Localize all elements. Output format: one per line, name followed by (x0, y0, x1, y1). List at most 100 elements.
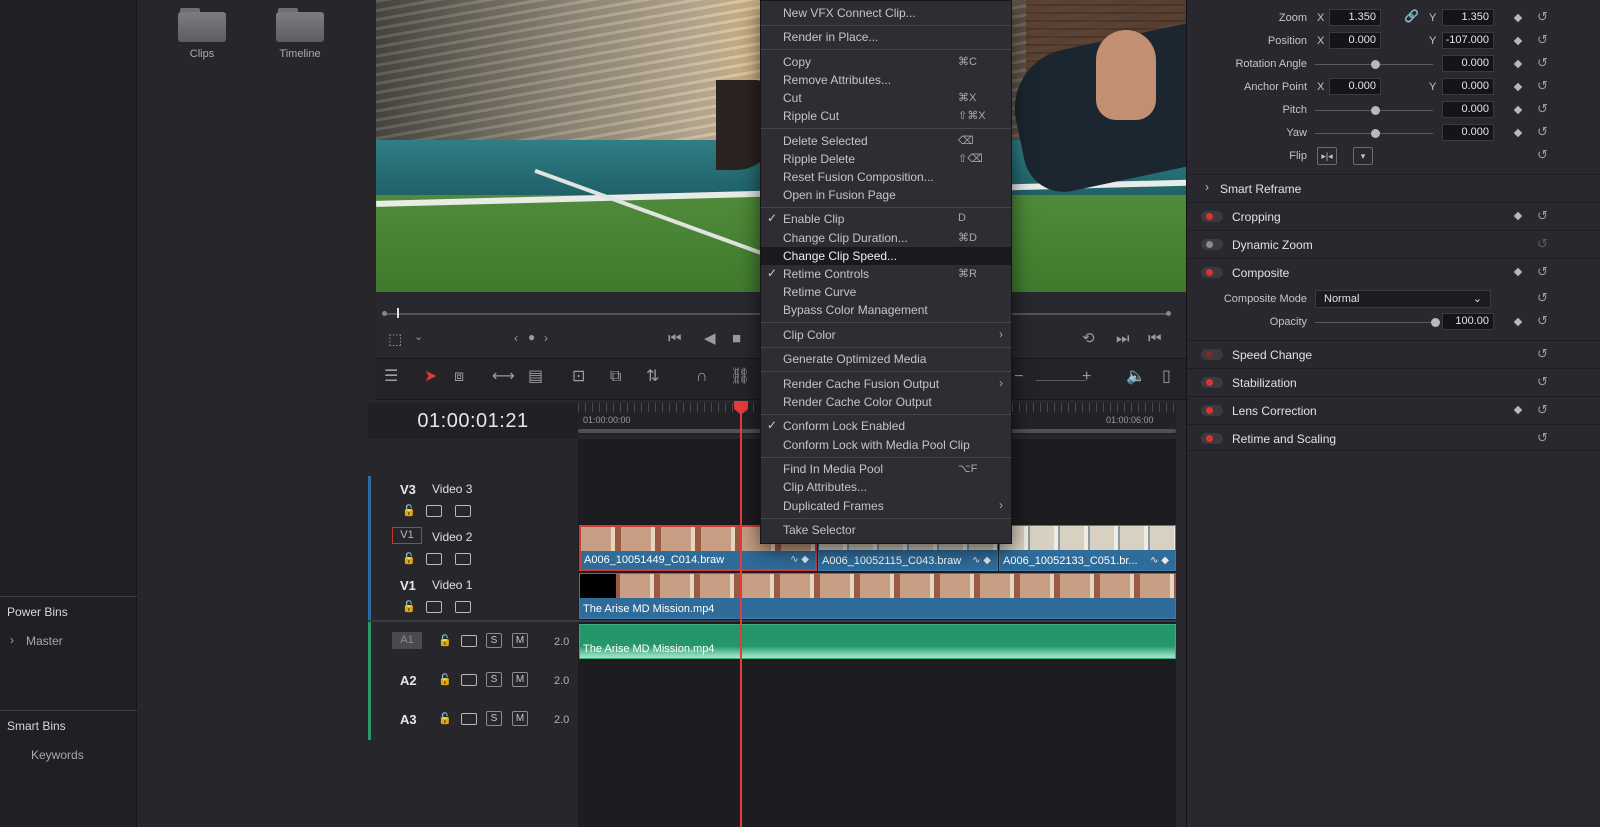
lock-icon[interactable]: 🔓 (402, 600, 416, 613)
enable-toggle[interactable] (1201, 349, 1223, 360)
menu-item-remove-attributes[interactable]: Remove Attributes... (761, 71, 1011, 89)
zoom-slider[interactable] (1036, 380, 1086, 381)
lock-icon[interactable]: 🔓 (438, 634, 452, 647)
section-dynamic-zoom[interactable]: Dynamic Zoom ↺ (1187, 230, 1600, 257)
zoom-y-field[interactable]: 1.350 (1442, 9, 1494, 26)
section-lens-correction[interactable]: Lens Correction ↺ (1187, 396, 1600, 423)
chevron-down-icon[interactable]: ⌄ (414, 332, 423, 343)
yaw-slider-knob[interactable] (1371, 129, 1380, 138)
mixer-icon[interactable]: ▯ (1162, 369, 1171, 385)
yaw-field[interactable]: 0.000 (1442, 124, 1494, 141)
trim-tool-icon[interactable]: ⧈ (454, 369, 464, 385)
lock-icon[interactable]: 🔓 (438, 712, 452, 725)
menu-item-conform-lock-with-media-pool-clip[interactable]: Conform Lock with Media Pool Clip (761, 436, 1011, 454)
menu-item-duplicated-frames[interactable]: Duplicated Frames › (761, 497, 1011, 515)
replace-clip-icon[interactable]: ⇅ (646, 369, 659, 385)
reset-icon[interactable]: ↺ (1537, 430, 1548, 446)
playhead[interactable] (740, 403, 742, 827)
menu-item-clip-attributes[interactable]: Clip Attributes... (761, 478, 1011, 496)
reset-icon[interactable]: ↺ (1537, 236, 1548, 252)
zoom-x-field[interactable]: 1.350 (1329, 9, 1381, 26)
auto-select-icon[interactable] (461, 713, 477, 725)
play-reverse-icon[interactable]: ◀ (704, 331, 716, 346)
menu-item-delete-selected[interactable]: Delete Selected ⌫ (761, 132, 1011, 150)
track-id-a1[interactable]: A1 (392, 632, 422, 649)
reset-icon[interactable]: ↺ (1537, 124, 1548, 140)
track-name[interactable]: Video 1 (432, 578, 472, 592)
lock-icon[interactable]: 🔓 (402, 504, 416, 517)
menu-item-render-cache-fusion-output[interactable]: Render Cache Fusion Output › (761, 375, 1011, 393)
reset-icon[interactable]: ↺ (1537, 346, 1548, 362)
chevron-right-icon[interactable]: › (1205, 180, 1209, 194)
timeline-clip-v2[interactable]: A006_10052133_C051.br... ∿ ◆ (999, 525, 1176, 571)
menu-item-render-cache-color-output[interactable]: Render Cache Color Output (761, 393, 1011, 411)
loop-icon[interactable]: ⟲ (1082, 331, 1095, 346)
keyframe-icon[interactable] (1513, 211, 1523, 221)
opacity-field[interactable]: 100.00 (1442, 313, 1494, 330)
folder-timeline[interactable]: Timeline (275, 8, 325, 60)
zoom-out-icon[interactable]: − (1014, 369, 1023, 385)
reset-icon[interactable]: ↺ (1537, 313, 1548, 329)
menu-item-reset-fusion-composition[interactable]: Reset Fusion Composition... (761, 168, 1011, 186)
timecode-display[interactable]: 01:00:01:21 (368, 410, 578, 433)
skip-to-start-icon[interactable]: ⏮ (668, 331, 682, 346)
folder-clips[interactable]: Clips (177, 8, 227, 60)
keyframe-icon[interactable] (1513, 13, 1523, 23)
menu-item-change-clip-speed[interactable]: Change Clip Speed... (761, 247, 1011, 265)
link-icon[interactable]: 🔗 (1404, 9, 1419, 23)
menu-item-retime-controls[interactable]: ✓ Retime Controls ⌘R (761, 265, 1011, 283)
next-edit-icon[interactable]: › (544, 332, 548, 344)
transform-overlay-icon[interactable]: ⬚ (388, 332, 402, 347)
menu-item-take-selector[interactable]: Take Selector (761, 521, 1011, 539)
reset-icon[interactable]: ↺ (1537, 32, 1548, 48)
sidebar-item-master[interactable]: Master (26, 634, 63, 648)
overwrite-clip-icon[interactable]: ⧉ (610, 369, 621, 385)
reset-icon[interactable]: ↺ (1537, 147, 1548, 163)
enable-toggle[interactable] (1201, 239, 1223, 250)
stop-icon[interactable]: ■ (732, 331, 741, 346)
section-stabilization[interactable]: Stabilization ↺ (1187, 368, 1600, 395)
mute-button[interactable]: M (512, 711, 528, 726)
blade-tool-icon[interactable]: ▤ (528, 369, 543, 385)
enable-toggle[interactable] (1201, 211, 1223, 222)
flip-horizontal-icon[interactable]: ▸|◂ (1317, 147, 1337, 165)
reset-icon[interactable]: ↺ (1537, 78, 1548, 94)
keyframe-icon[interactable] (1513, 59, 1523, 69)
skip-to-end-icon[interactable]: ⏭ (1116, 331, 1130, 346)
track-output-icon[interactable] (455, 505, 471, 517)
section-cropping[interactable]: Cropping ↺ (1187, 202, 1600, 229)
menu-item-copy[interactable]: Copy ⌘C (761, 53, 1011, 71)
auto-select-icon[interactable] (426, 505, 442, 517)
menu-item-clip-color[interactable]: Clip Color › (761, 326, 1011, 344)
auto-select-icon[interactable] (426, 601, 442, 613)
insert-clip-icon[interactable]: ⊡ (572, 369, 585, 385)
menu-item-ripple-cut[interactable]: Ripple Cut ⇧⌘X (761, 107, 1011, 125)
menu-item-generate-optimized-media[interactable]: Generate Optimized Media (761, 350, 1011, 368)
opacity-slider[interactable] (1315, 322, 1433, 323)
anchor-x-field[interactable]: 0.000 (1329, 78, 1381, 95)
track-name[interactable]: Video 2 (432, 530, 472, 544)
auto-select-icon[interactable] (426, 553, 442, 565)
keyframe-icon[interactable] (1513, 267, 1523, 277)
menu-item-open-in-fusion-page[interactable]: Open in Fusion Page (761, 186, 1011, 204)
chevron-right-icon[interactable]: › (10, 633, 14, 647)
menu-item-find-in-media-pool[interactable]: Find In Media Pool ⌥F (761, 460, 1011, 478)
dynamic-trim-icon[interactable]: ⟷ (492, 369, 515, 385)
rotation-field[interactable]: 0.000 (1442, 55, 1494, 72)
solo-button[interactable]: S (486, 633, 502, 648)
prev-frame-icon[interactable]: ⏮ (1148, 331, 1162, 346)
menu-item-retime-curve[interactable]: Retime Curve (761, 283, 1011, 301)
reset-icon[interactable]: ↺ (1537, 290, 1548, 306)
lock-icon[interactable]: 🔓 (402, 552, 416, 565)
audio-volume-icon[interactable]: 🔈 (1126, 369, 1146, 385)
enable-toggle[interactable] (1201, 377, 1223, 388)
reset-icon[interactable]: ↺ (1537, 264, 1548, 280)
lock-icon[interactable]: 🔓 (438, 673, 452, 686)
zoom-in-icon[interactable]: + (1082, 369, 1091, 385)
menu-item-ripple-delete[interactable]: Ripple Delete ⇧⌫ (761, 150, 1011, 168)
mute-button[interactable]: M (512, 633, 528, 648)
enable-toggle[interactable] (1201, 405, 1223, 416)
keyframe-icon[interactable] (1513, 105, 1523, 115)
menu-item-render-in-place[interactable]: Render in Place... (761, 28, 1011, 46)
keyframe-icon[interactable] (1513, 82, 1523, 92)
